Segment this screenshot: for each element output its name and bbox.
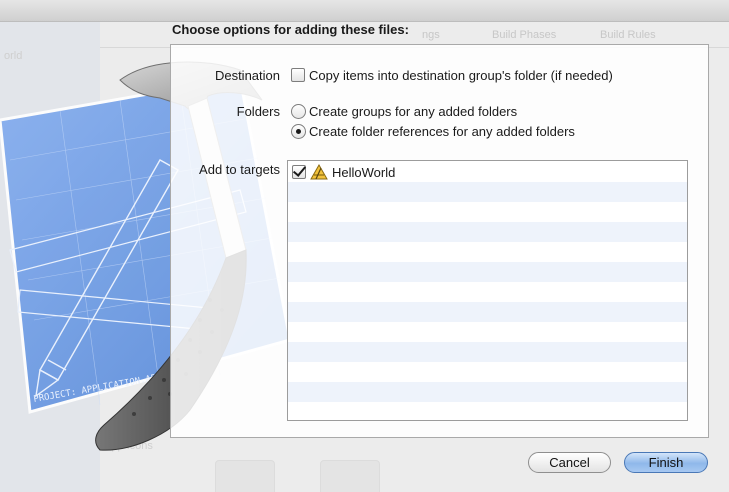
target-row-helloworld[interactable]: HelloWorld <box>288 162 687 182</box>
list-stripe <box>288 362 687 382</box>
app-target-icon <box>310 164 328 180</box>
sheet-title: Choose options for adding these files: <box>172 22 409 37</box>
folders-label: Folders <box>236 104 280 119</box>
targets-list[interactable]: HelloWorld <box>287 160 688 421</box>
cancel-button[interactable]: Cancel <box>528 452 611 473</box>
screen: orld ngs Build Phases Build Rules App Ic… <box>0 0 729 492</box>
list-stripe <box>288 202 687 222</box>
list-stripe <box>288 242 687 262</box>
target-name: HelloWorld <box>332 165 396 180</box>
list-stripe <box>288 402 687 420</box>
list-stripe <box>288 262 687 282</box>
list-stripe <box>288 302 687 322</box>
create-folder-references-label[interactable]: Create folder references for any added f… <box>309 124 575 139</box>
background-titlebar <box>0 0 729 22</box>
create-groups-label[interactable]: Create groups for any added folders <box>309 104 517 119</box>
background-tab: Build Rules <box>600 29 656 41</box>
background-bottom-icon <box>320 460 380 492</box>
target-checkbox[interactable] <box>292 165 306 179</box>
list-stripe <box>288 282 687 302</box>
list-stripe <box>288 382 687 402</box>
create-folder-references-radio[interactable] <box>291 124 306 139</box>
copy-items-checkbox[interactable] <box>291 68 305 82</box>
list-stripe <box>288 342 687 362</box>
create-groups-radio[interactable] <box>291 104 306 119</box>
background-bottom-icon <box>215 460 275 492</box>
list-stripe <box>288 322 687 342</box>
background-tab: ngs <box>422 29 440 41</box>
destination-label: Destination <box>214 68 280 83</box>
add-to-targets-label: Add to targets <box>199 162 280 177</box>
list-stripe <box>288 182 687 202</box>
list-stripe <box>288 222 687 242</box>
copy-items-label[interactable]: Copy items into destination group's fold… <box>309 68 613 83</box>
background-tab: Build Phases <box>492 29 557 41</box>
finish-button[interactable]: Finish <box>624 452 708 473</box>
